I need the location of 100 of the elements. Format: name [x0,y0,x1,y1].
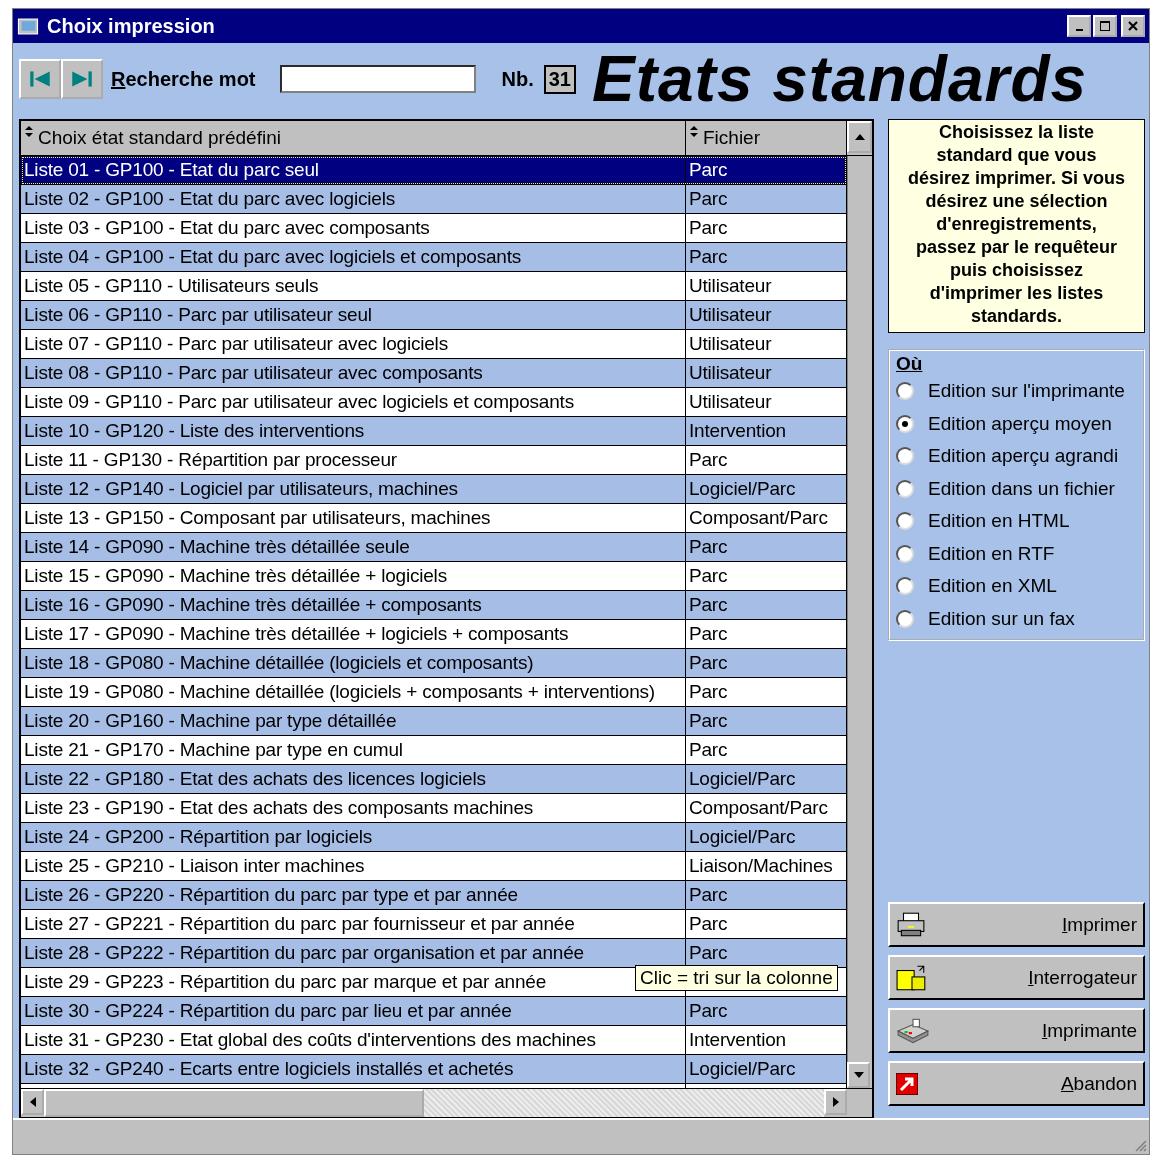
radio-option[interactable]: Edition sur un fax [896,602,1137,635]
radio-button[interactable] [896,577,914,596]
table-cell: Liaison/Machines [689,855,833,877]
horizontal-scrollbar[interactable] [21,1088,872,1117]
table-row[interactable]: Liste 08 - GP110 - Parc par utilisateur avec composants Utilisateur [21,359,847,388]
radio-option[interactable]: Edition en XML [896,570,1137,603]
radio-option[interactable]: Edition sur l'imprimante [896,375,1137,408]
table-row[interactable]: Liste 10 - GP120 - Liste des interventions Intervention [21,417,847,446]
radio-button[interactable] [896,414,914,433]
printer-icon [896,1017,930,1044]
cubes-icon [896,963,928,992]
radio-option[interactable]: Edition aperçu agrandi [896,440,1137,473]
radio-option[interactable]: Edition en HTML [896,505,1137,538]
action-button[interactable]: Imprimante [888,1008,1145,1053]
sort-icon [690,126,698,138]
radio-button[interactable] [896,544,914,563]
radio-button[interactable] [896,512,914,531]
vertical-scrollbar[interactable] [847,156,872,1088]
table-row[interactable]: Liste 16 - GP090 - Machine très détaillée + composants Parc [21,591,847,620]
table-cell: Liste 11 - GP130 - Répartition par processeur [24,449,397,471]
table-cell: Liste 31 - GP230 - Etat global des coûts d'interventions des machines [24,1029,596,1051]
table-cell: Liste 16 - GP090 - Machine très détaillée + composants [24,594,482,616]
action-button[interactable]: Imprimer [888,902,1145,947]
search-field[interactable] [279,65,476,93]
minimize-button[interactable] [1067,15,1091,37]
table-cell: Parc [689,710,728,732]
table-row[interactable]: Liste 12 - GP140 - Logiciel par utilisateurs, machines Logiciel/Parc [21,475,847,504]
table-cell: Intervention [689,420,786,442]
table-cell: Parc [689,188,728,210]
table-row[interactable]: Liste 23 - GP190 - Etat des achats des composants machines Composant/Parc [21,794,847,823]
table-cell: Liste 10 - GP120 - Liste des interventions [24,420,365,442]
table-cell: Liste 12 - GP140 - Logiciel par utilisateurs, machines [24,478,458,500]
table-row[interactable]: Liste 21 - GP170 - Machine par type en cumul Parc [21,736,847,765]
table-cell: Liste 14 - GP090 - Machine très détaillée seule [24,536,410,558]
maximize-button[interactable] [1093,15,1117,37]
table-row[interactable]: Liste 28 - GP222 - Répartition du parc par organisation et par année Parc [21,939,847,968]
table-cell: Liste 05 - GP110 - Utilisateurs seuls [24,275,319,297]
table-row[interactable]: Liste 03 - GP100 - Etat du parc avec composants Parc [21,214,847,243]
table-cell: Parc [689,739,728,761]
last-record-button[interactable] [61,59,103,99]
scroll-up-icon[interactable] [854,134,865,140]
table-cell: Parc [689,594,728,616]
table-cell: Liste 07 - GP110 - Parc par utilisateur avec logiciels [24,333,448,355]
table-cell: Liste 03 - GP100 - Etat du parc avec composants [24,217,430,239]
table-row[interactable]: Liste 25 - GP210 - Liaison inter machines Liaison/Machines [21,852,847,881]
close-icon [1128,21,1138,31]
table-row[interactable]: Liste 15 - GP090 - Machine très détaillée + logiciels Parc [21,562,847,591]
table-row[interactable]: Liste 22 - GP180 - Etat des achats des licences logiciels Logiciel/Parc [21,765,847,794]
table-cell: Intervention [689,1029,786,1051]
table-row[interactable]: Liste 30 - GP224 - Répartition du parc par lieu et par année Parc [21,997,847,1026]
table-cell: Parc [689,652,728,674]
table-cell: Parc [689,159,728,181]
table-cell: Logiciel/Parc [689,768,796,790]
radio-button[interactable] [896,479,914,498]
table-cell: Parc [689,246,728,268]
window-title: Choix impression [47,14,215,38]
table-row[interactable]: Liste 31 - GP230 - Etat global des coûts d'interventions des machines Intervention [21,1026,847,1055]
table-cell: Liste 19 - GP080 - Machine détaillée (logiciels + composants + interventions) [24,681,655,703]
table-row[interactable]: Liste 32 - GP240 - Ecarts entre logiciels installés et achetés Logiciel/Parc [21,1055,847,1084]
radio-button[interactable] [896,447,914,466]
table-row[interactable]: Liste 20 - GP160 - Machine par type détaillée Parc [21,707,847,736]
table-row[interactable]: Liste 17 - GP090 - Machine très détaillée + logiciels + composants Parc [21,620,847,649]
exit-icon [896,1072,918,1095]
table-row[interactable]: Liste 13 - GP150 - Composant par utilisateurs, machines Composant/Parc [21,504,847,533]
table-row[interactable]: Liste 02 - GP100 - Etat du parc avec logiciels Parc [21,185,847,214]
table-row[interactable]: Liste 01 - GP100 - Etat du parc seul Parc [21,156,847,185]
table-cell: Parc [689,536,728,558]
table-row[interactable]: Liste 11 - GP130 - Répartition par processeur Parc [21,446,847,475]
table-row[interactable]: Liste 06 - GP110 - Parc par utilisateur seul Utilisateur [21,301,847,330]
table-row[interactable]: Liste 18 - GP080 - Machine détaillée (logiciels et composants) Parc [21,649,847,678]
table-cell: Liste 02 - GP100 - Etat du parc avec logiciels [24,188,395,210]
radio-option[interactable]: Edition aperçu moyen [896,407,1137,440]
table-row[interactable]: Liste 09 - GP110 - Parc par utilisateur avec logiciels et composants Utilisateur [21,388,847,417]
table-row[interactable]: Liste 04 - GP100 - Etat du parc avec logiciels et composants Parc [21,243,847,272]
table-row[interactable]: Liste 05 - GP110 - Utilisateurs seuls Utilisateur [21,272,847,301]
radio-option[interactable]: Edition en RTF [896,537,1137,570]
table-row[interactable]: Liste 07 - GP110 - Parc par utilisateur avec logiciels Utilisateur [21,330,847,359]
action-button[interactable]: Abandon [888,1061,1145,1106]
table-cell: Liste 26 - GP220 - Répartition du parc par type et par année [24,884,518,906]
table-row[interactable]: Liste 19 - GP080 - Machine détaillée (logiciels + composants + interventions) Parc [21,678,847,707]
radio-button[interactable] [896,609,914,628]
close-button[interactable] [1121,15,1145,37]
action-button[interactable]: Interrogateur [888,955,1145,1000]
radio-button[interactable] [896,382,914,401]
table-row[interactable]: Liste 14 - GP090 - Machine très détaillée seule Parc [21,533,847,562]
scroll-left-icon[interactable] [29,1097,36,1107]
table-cell: Liste 28 - GP222 - Répartition du parc par organisation et par année [24,942,584,964]
column-header[interactable]: Choix état standard prédéfini [21,121,686,155]
table-row[interactable]: Liste 26 - GP220 - Répartition du parc par type et par année Parc [21,881,847,910]
table-row[interactable]: Liste 27 - GP221 - Répartition du parc par fournisseur et par année Parc [21,910,847,939]
first-record-button[interactable] [19,59,61,99]
table-row[interactable]: Liste 24 - GP200 - Répartition par logiciels Logiciel/Parc [21,823,847,852]
scroll-down-icon[interactable] [853,1072,864,1078]
scrollbar-thumb[interactable] [44,1089,424,1117]
skip-back-icon [27,68,53,90]
skip-forward-icon [69,68,95,90]
scroll-right-icon[interactable] [832,1097,839,1107]
column-header[interactable]: Fichier [686,121,847,155]
radio-option[interactable]: Edition dans un fichier [896,472,1137,505]
table-cell: Parc [689,623,728,645]
